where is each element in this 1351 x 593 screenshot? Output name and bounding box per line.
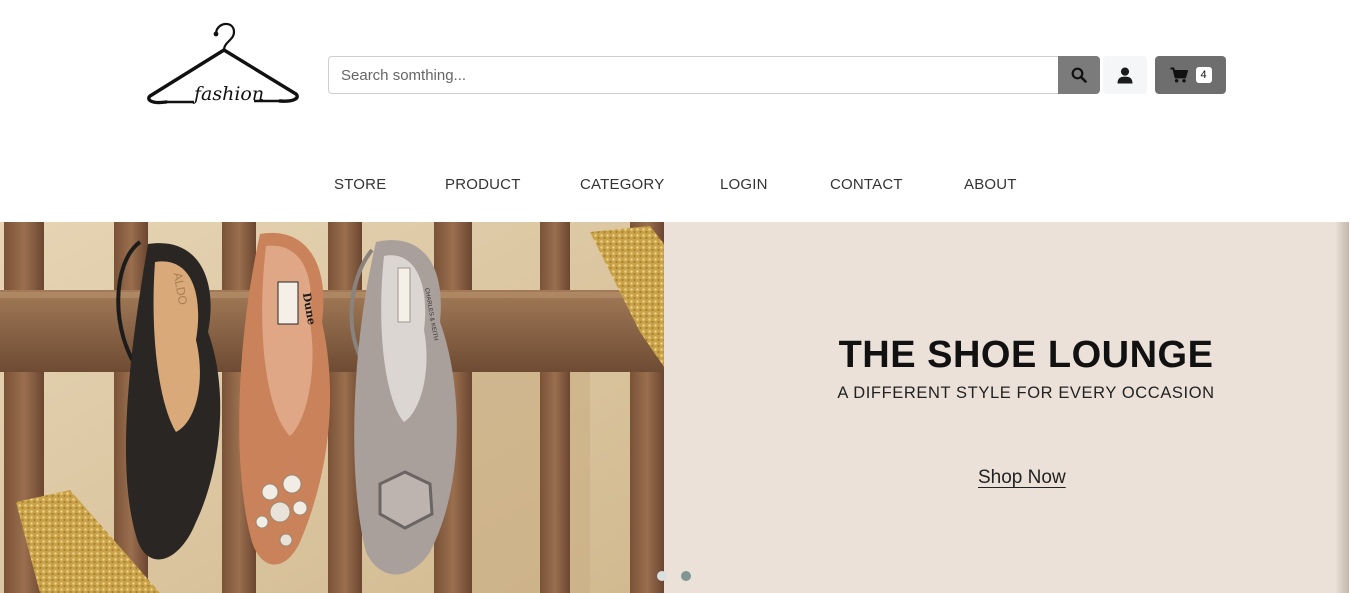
search-input[interactable]	[328, 56, 1058, 94]
carousel-dot-2[interactable]	[681, 571, 691, 581]
cart-count-badge: 4	[1195, 67, 1212, 83]
user-icon	[1117, 67, 1133, 83]
shop-now-link[interactable]: Shop Now	[978, 467, 1066, 489]
search-bar	[328, 56, 1100, 94]
search-icon	[1071, 67, 1087, 83]
hero-title: THE SHOE LOUNGE	[838, 334, 1214, 376]
account-button[interactable]	[1103, 56, 1147, 94]
logo-text: fashion	[192, 83, 264, 105]
brand-logo[interactable]: fashion	[144, 18, 302, 112]
carousel-indicators	[657, 571, 691, 581]
cart-button[interactable]: 4	[1155, 56, 1226, 94]
search-button[interactable]	[1058, 56, 1100, 94]
nav-item-category[interactable]: CATEGORY	[580, 176, 664, 193]
cart-icon	[1170, 67, 1188, 83]
nav-item-login[interactable]: LOGIN	[720, 176, 768, 193]
nav-item-about[interactable]: ABOUT	[964, 176, 1017, 193]
hero-image: ALDO Dune CHARLES & KEITH	[0, 222, 664, 593]
nav-item-store[interactable]: STORE	[334, 176, 386, 193]
hero-carousel: ALDO Dune CHARLES & KEITH THE SHOE LOUNG…	[0, 222, 1349, 593]
hero-subtitle: A DIFFERENT STYLE FOR EVERY OCCASION	[837, 384, 1215, 402]
nav-item-product[interactable]: PRODUCT	[445, 176, 521, 193]
carousel-dot-1[interactable]	[657, 571, 667, 581]
nav-item-contact[interactable]: CONTACT	[830, 176, 903, 193]
main-nav: STORE PRODUCT CATEGORY LOGIN CONTACT ABO…	[0, 176, 1351, 198]
shoes-photo: ALDO Dune CHARLES & KEITH	[0, 222, 664, 593]
hanger-logo-icon: fashion	[147, 22, 299, 105]
